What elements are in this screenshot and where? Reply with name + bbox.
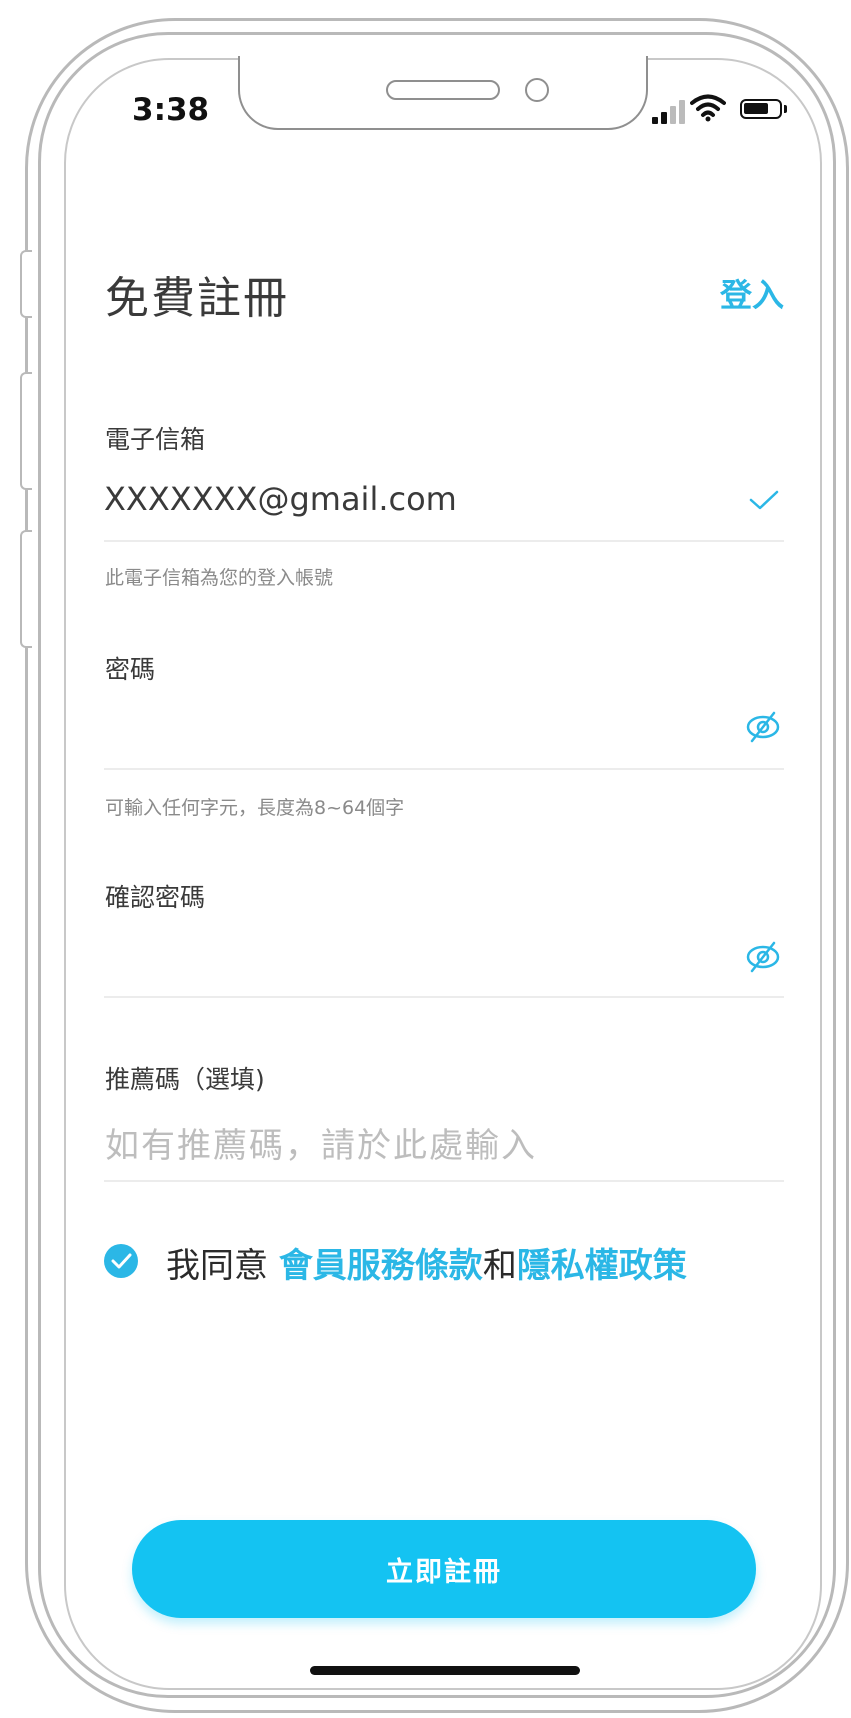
confirm-password-field[interactable] xyxy=(104,935,704,975)
silent-switch xyxy=(20,250,32,318)
register-button[interactable]: 立即註冊 xyxy=(132,1520,756,1618)
signal-icon xyxy=(652,96,686,124)
home-indicator xyxy=(310,1666,580,1675)
eye-off-icon[interactable] xyxy=(744,940,782,974)
email-field[interactable]: XXXXXXX@gmail.com xyxy=(104,480,457,518)
page-title: 免費註冊 xyxy=(105,273,289,324)
checked-circle-icon[interactable] xyxy=(104,1244,138,1278)
agree-conjunction: 和 xyxy=(482,1246,517,1286)
login-link[interactable]: 登入 xyxy=(720,270,784,316)
agree-prefix: 我同意 xyxy=(166,1246,268,1286)
email-divider xyxy=(104,540,784,542)
password-label: 密碼 xyxy=(105,655,156,684)
check-icon xyxy=(749,490,779,510)
wifi-icon xyxy=(690,94,726,122)
battery-tip xyxy=(784,105,787,113)
agree-text: 我同意 會員服務條款和隱私權政策 xyxy=(166,1238,687,1287)
volume-up-button xyxy=(20,372,32,490)
referral-divider xyxy=(104,1180,784,1182)
email-label: 電子信箱 xyxy=(105,425,206,454)
speaker-grille xyxy=(386,80,500,100)
battery-icon xyxy=(740,99,782,119)
confirm-password-divider xyxy=(104,996,784,998)
terms-link[interactable]: 會員服務條款 xyxy=(279,1246,483,1286)
confirm-password-label: 確認密碼 xyxy=(105,883,206,912)
email-helper-text: 此電子信箱為您的登入帳號 xyxy=(105,567,334,589)
password-helper-text: 可輸入任何字元，長度為8~64個字 xyxy=(105,797,405,819)
referral-input[interactable]: 如有推薦碼，請於此處輸入 xyxy=(105,1118,537,1167)
front-camera xyxy=(525,78,549,102)
volume-down-button xyxy=(20,530,32,648)
password-field[interactable] xyxy=(104,705,704,745)
status-time: 3:38 xyxy=(132,92,210,128)
privacy-link[interactable]: 隱私權政策 xyxy=(517,1246,687,1286)
password-divider xyxy=(104,768,784,770)
eye-off-icon[interactable] xyxy=(744,710,782,744)
referral-label: 推薦碼（選填) xyxy=(105,1065,265,1094)
